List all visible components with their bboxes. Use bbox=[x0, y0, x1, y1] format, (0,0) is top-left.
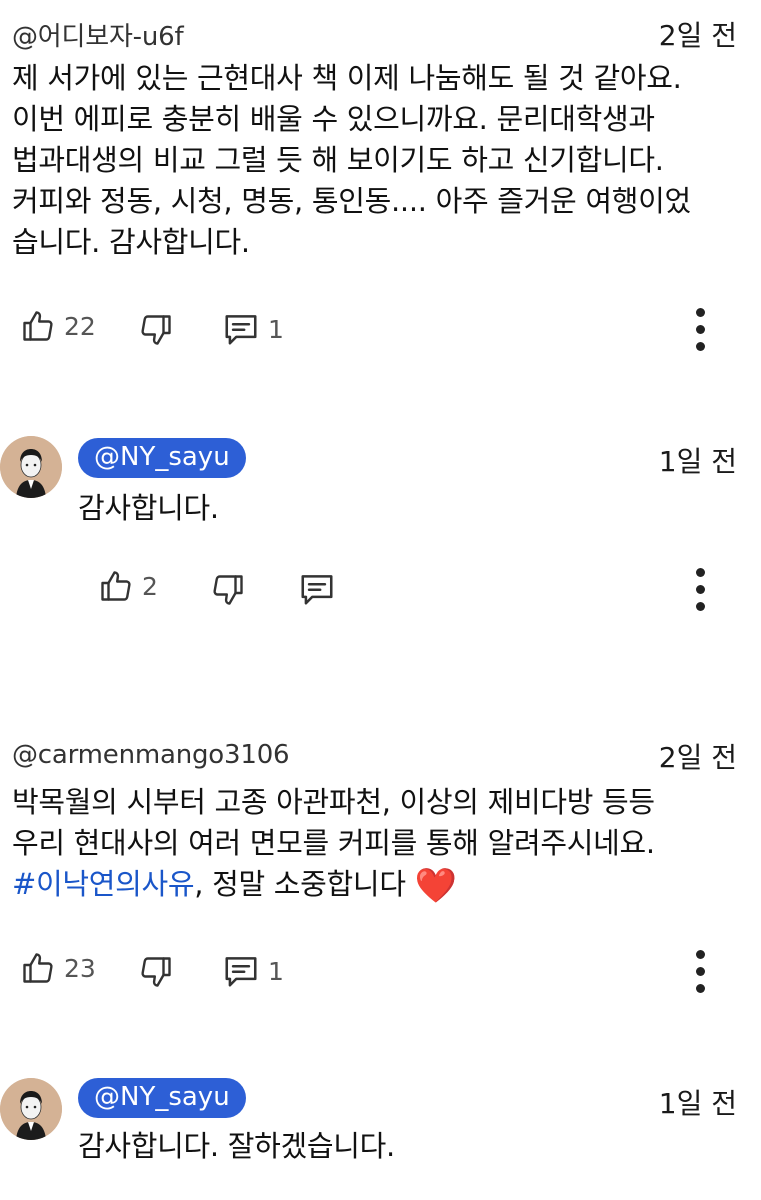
more-vertical-icon[interactable] bbox=[685, 950, 715, 993]
thumbs-up-icon bbox=[101, 571, 131, 601]
reply-timestamp: 1일 전 bbox=[658, 1087, 737, 1120]
reply-1: @NY_sayu 1일 전 감사합니다. 2 bbox=[0, 420, 761, 630]
reply-count: 1 bbox=[268, 956, 284, 986]
comment-line: 제 서가에 있는 근현대사 책 이제 나눔해도 될 것 같아요. bbox=[12, 61, 682, 95]
comment-timestamp: 2일 전 bbox=[658, 741, 737, 774]
comment-icon bbox=[225, 957, 257, 987]
like-count: 2 bbox=[142, 571, 158, 601]
comment-text: 제 서가에 있는 근현대사 책 이제 나눔해도 될 것 같아요. 이번 에피로 … bbox=[12, 58, 691, 263]
comment-line: 박목월의 시부터 고종 아관파천, 이상의 제비다방 등등 bbox=[12, 785, 655, 819]
thumbs-down-icon bbox=[141, 957, 171, 987]
comment-icon bbox=[301, 575, 333, 605]
like-button[interactable]: 2 bbox=[98, 568, 158, 604]
like-button[interactable]: 23 bbox=[20, 950, 96, 986]
avatar[interactable] bbox=[0, 1078, 62, 1140]
dislike-button[interactable] bbox=[138, 312, 174, 348]
comment-2: @carmenmango3106 2일 전 박목월의 시부터 고종 아관파천, … bbox=[0, 722, 761, 1012]
dislike-button[interactable] bbox=[210, 572, 246, 608]
comment-icon bbox=[225, 315, 257, 345]
thumbs-down-icon bbox=[213, 575, 243, 605]
comment-line: 습니다. 감사합니다. bbox=[12, 225, 250, 259]
thumbs-down-icon bbox=[141, 315, 171, 345]
reply-text: 감사합니다. 잘하겠습니다. bbox=[78, 1129, 395, 1163]
dislike-button[interactable] bbox=[138, 954, 174, 990]
reply-text: 감사합니다. bbox=[78, 491, 219, 525]
comment-line: 이번 에피로 충분히 배울 수 있으니까요. 문리대학생과 bbox=[12, 102, 655, 136]
more-vertical-icon[interactable] bbox=[685, 568, 715, 611]
reply-timestamp: 1일 전 bbox=[658, 445, 737, 478]
author-badge[interactable]: @NY_sayu bbox=[78, 1078, 246, 1118]
like-count: 22 bbox=[64, 311, 96, 341]
like-count: 23 bbox=[64, 953, 96, 983]
reply-button[interactable]: 1 bbox=[222, 310, 284, 348]
reply-count: 1 bbox=[268, 314, 284, 344]
comment-line: 커피와 정동, 시청, 명동, 통인동.... 아주 즐거운 여행이었 bbox=[12, 184, 691, 218]
more-vertical-icon[interactable] bbox=[685, 308, 715, 351]
comment-author[interactable]: @어디보자-u6f bbox=[12, 16, 184, 53]
comment-line: #이낙연의사유, 정말 소중합니다 ❤️ bbox=[12, 864, 655, 907]
comment-author[interactable]: @carmenmango3106 bbox=[12, 740, 290, 770]
hashtag-link[interactable]: #이낙연의사유 bbox=[12, 867, 195, 901]
comment-text-fragment: , 정말 소중합니다 bbox=[194, 867, 415, 901]
thumbs-up-icon bbox=[23, 953, 53, 983]
comment-text: 박목월의 시부터 고종 아관파천, 이상의 제비다방 등등 우리 현대사의 여러… bbox=[12, 782, 655, 907]
comment-1: @어디보자-u6f 2일 전 제 서가에 있는 근현대사 책 이제 나눔해도 될… bbox=[0, 0, 761, 370]
author-badge[interactable]: @NY_sayu bbox=[78, 438, 246, 478]
heart-emoji-icon: ❤️ bbox=[414, 866, 457, 906]
reply-2: @NY_sayu 1일 전 감사합니다. 잘하겠습니다. bbox=[0, 1062, 761, 1200]
comment-timestamp: 2일 전 bbox=[658, 19, 737, 52]
comment-line: 법과대생의 비교 그럴 듯 해 보이기도 하고 신기합니다. bbox=[12, 143, 664, 177]
like-button[interactable]: 22 bbox=[20, 308, 96, 344]
avatar[interactable] bbox=[0, 436, 62, 498]
reply-button[interactable] bbox=[298, 570, 336, 608]
thumbs-up-icon bbox=[23, 311, 53, 341]
reply-button[interactable]: 1 bbox=[222, 952, 284, 990]
comment-line: 우리 현대사의 여러 면모를 커피를 통해 알려주시네요. bbox=[12, 826, 655, 860]
